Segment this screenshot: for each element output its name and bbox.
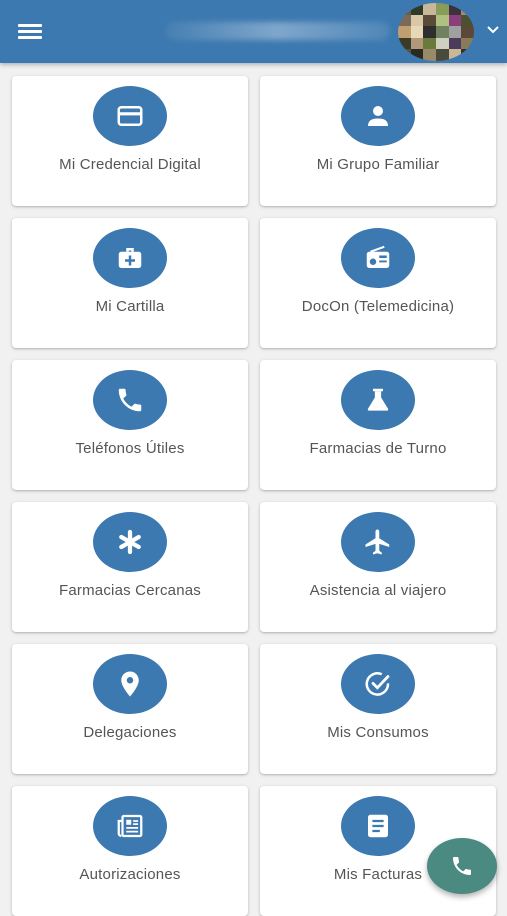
menu-card-cartilla[interactable]: Mi Cartilla — [12, 218, 248, 348]
menu-card-label: Mis Consumos — [327, 724, 429, 741]
menu-card-delegaciones[interactable]: Delegaciones — [12, 644, 248, 774]
menu-card-label: Farmacias Cercanas — [59, 582, 201, 599]
menu-card-autorizaciones[interactable]: Autorizaciones — [12, 786, 248, 916]
chevron-down-icon[interactable] — [485, 24, 501, 36]
phone-icon — [453, 857, 471, 875]
asterisk-icon — [93, 512, 167, 572]
menu-card-grupo-familiar[interactable]: Mi Grupo Familiar — [260, 76, 496, 206]
phone-icon — [93, 370, 167, 430]
menu-card-farmacias-turno[interactable]: Farmacias de Turno — [260, 360, 496, 490]
person-icon — [341, 86, 415, 146]
menu-card-consumos[interactable]: Mis Consumos — [260, 644, 496, 774]
menu-card-farmacias-cercanas[interactable]: Farmacias Cercanas — [12, 502, 248, 632]
menu-card-label: DocOn (Telemedicina) — [301, 298, 455, 315]
user-avatar[interactable] — [398, 3, 474, 61]
call-fab-button[interactable] — [427, 838, 497, 894]
menu-card-label: Autorizaciones — [79, 866, 181, 883]
menu-card-label: Mi Grupo Familiar — [316, 156, 440, 173]
menu-card-docon[interactable]: DocOn (Telemedicina) — [260, 218, 496, 348]
menu-card-label: Farmacias de Turno — [309, 440, 447, 457]
flask-icon — [341, 370, 415, 430]
radio-icon — [341, 228, 415, 288]
location-pin-icon — [93, 654, 167, 714]
medical-bag-icon — [93, 228, 167, 288]
menu-card-label: Mi Credencial Digital — [59, 156, 201, 173]
check-circle-icon — [341, 654, 415, 714]
user-name-blurred — [165, 22, 390, 40]
menu-card-asistencia-viajero[interactable]: Asistencia al viajero — [260, 502, 496, 632]
menu-card-label: Asistencia al viajero — [309, 582, 447, 599]
newspaper-icon — [93, 796, 167, 856]
hamburger-menu-icon[interactable] — [18, 21, 42, 41]
menu-card-credencial[interactable]: Mi Credencial Digital — [12, 76, 248, 206]
document-icon — [341, 796, 415, 856]
menu-card-telefonos[interactable]: Teléfonos Útiles — [12, 360, 248, 490]
app-bar — [0, 0, 507, 63]
credit-card-icon — [93, 86, 167, 146]
airplane-icon — [341, 512, 415, 572]
menu-card-label: Delegaciones — [83, 724, 177, 741]
menu-card-label: Teléfonos Útiles — [75, 440, 185, 457]
menu-card-label: Mi Cartilla — [95, 298, 165, 315]
